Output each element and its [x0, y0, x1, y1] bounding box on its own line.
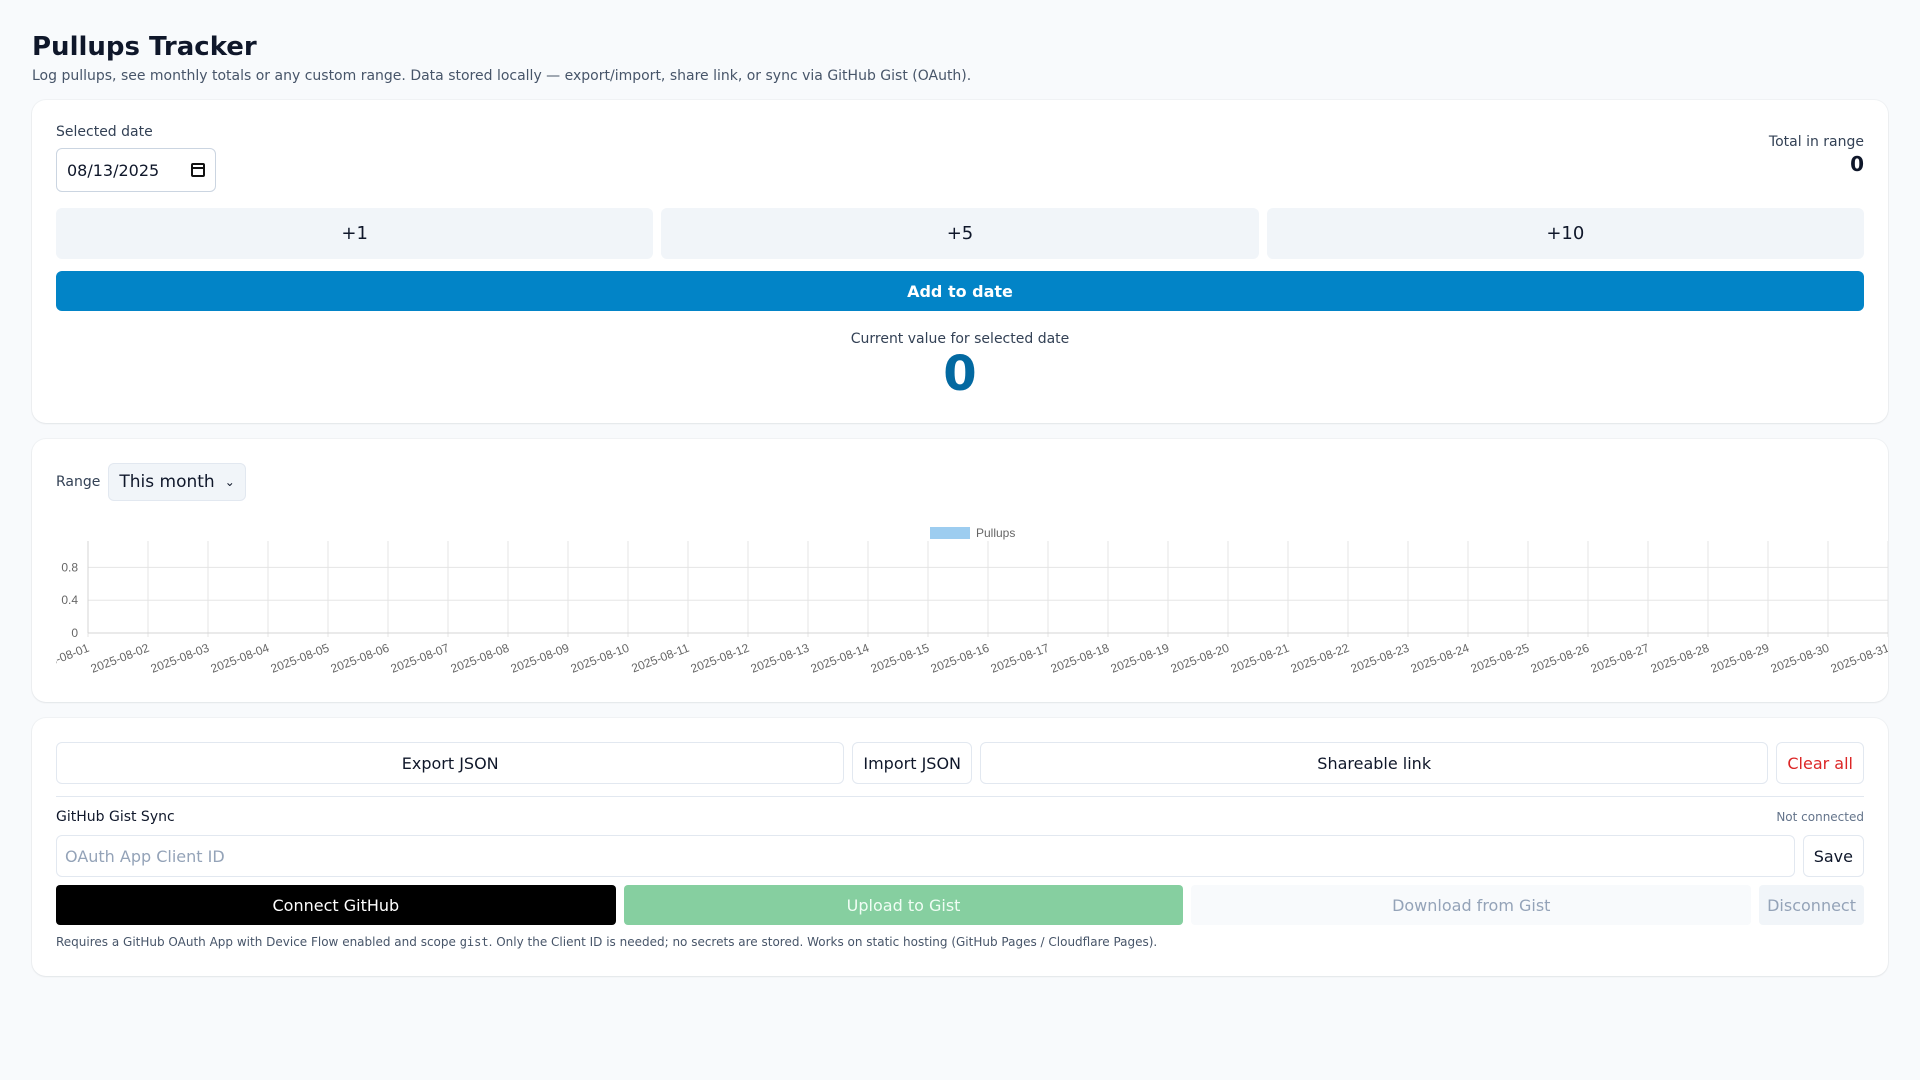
client-id-input[interactable] — [56, 835, 1795, 877]
save-client-id-button[interactable]: Save — [1802, 835, 1864, 877]
disconnect-button[interactable]: Disconnect — [1759, 885, 1864, 925]
gist-header: GitHub Gist Sync Not connected — [56, 809, 1864, 825]
page-title: Pullups Tracker — [32, 32, 257, 62]
x-tick-label: 2025-08-14 — [809, 641, 872, 676]
x-tick-label: 2025-08-10 — [569, 641, 632, 676]
x-tick-label: 2025-08-28 — [1649, 641, 1712, 676]
x-tick-label: 2025-08-09 — [509, 641, 572, 676]
x-tick-label: 2025-08-12 — [689, 641, 752, 676]
x-tick-label: 2025-08-30 — [1769, 641, 1832, 676]
x-tick-label: 2025-08-20 — [1169, 641, 1232, 676]
add-to-date-button[interactable]: Add to date — [56, 271, 1864, 311]
date-value: 08/13/2025 — [67, 160, 160, 180]
x-tick-label: 2025-08-23 — [1349, 641, 1412, 676]
gist-status: Not connected — [1776, 810, 1864, 824]
gist-note: Requires a GitHub OAuth App with Device … — [56, 935, 1864, 949]
x-tick-label: 2025-08-31 — [1829, 641, 1888, 676]
x-tick-label: 2025-08-04 — [209, 641, 272, 676]
y-tick-label: 0.8 — [61, 560, 78, 574]
date-input[interactable]: 08/13/2025 — [56, 148, 216, 192]
x-tick-label: 2025-08-05 — [269, 641, 332, 676]
x-tick-label: 2025-08-24 — [1409, 641, 1472, 676]
legend-swatch — [930, 527, 970, 539]
current-value-label: Current value for selected date — [850, 331, 1070, 347]
increment-1-button[interactable]: +1 — [56, 208, 654, 259]
legend-label: Pullups — [976, 526, 1015, 540]
y-tick-label: 0.4 — [61, 593, 78, 607]
x-tick-label: 2025-08-22 — [1289, 641, 1352, 676]
import-json-button[interactable]: Import JSON — [852, 742, 972, 784]
divider — [56, 796, 1864, 797]
x-tick-label: 2025-08-26 — [1529, 641, 1592, 676]
total-in-range: Total in range 0 — [1769, 134, 1864, 176]
current-value-box: Current value for selected date 0 — [56, 331, 1864, 401]
increment-10-button[interactable]: +10 — [1266, 208, 1864, 259]
connect-github-button[interactable]: Connect GitHub — [56, 885, 616, 925]
increment-5-button[interactable]: +5 — [661, 208, 1259, 259]
total-label: Total in range — [1768, 134, 1864, 150]
range-select[interactable]: This month ⌄ — [108, 463, 246, 501]
chevron-down-icon: ⌄ — [224, 475, 235, 489]
calendar-icon[interactable] — [191, 163, 205, 177]
x-tick-label: 2025-08-03 — [149, 641, 212, 676]
x-tick-label: 2025-08-19 — [1109, 641, 1172, 676]
page-subtitle: Log pullups, see monthly totals or any c… — [32, 68, 972, 84]
pullups-chart: Pullups 0 0.4 0.8 2025-08-01 2025-08-02 2025-0… — [29, 523, 1892, 689]
x-tick-label: 2025-08-21 — [1229, 641, 1292, 676]
action-row: Export JSON Import JSON Shareable link C… — [56, 742, 1864, 784]
x-tick-label: 2025-08-27 — [1589, 641, 1652, 676]
clear-all-button[interactable]: Clear all — [1776, 742, 1864, 784]
export-json-button[interactable]: Export JSON — [56, 742, 845, 784]
x-tick-label: 2025-08-16 — [929, 641, 992, 676]
x-tick-label: 2025-08-02 — [89, 641, 152, 676]
range-row: Range This month ⌄ — [56, 463, 1864, 501]
entry-card: Selected date 08/13/2025 Total in range … — [32, 100, 1888, 423]
x-tick-label: 2025-08-18 — [1049, 641, 1112, 676]
x-tick-label: 2025-08-08 — [449, 641, 512, 676]
x-tick-label: 2025-08-07 — [389, 641, 452, 676]
chart-card: Range This month ⌄ Pullups 0 0.4 0.8 2025-08… — [29, 439, 1892, 702]
note-scope-code: gist — [459, 935, 489, 949]
x-tick-label: 2025-08-11 — [630, 641, 692, 676]
x-tick-label: 2025-08-06 — [329, 641, 392, 676]
x-tick-label: 2025-08-13 — [749, 641, 812, 676]
range-selected-value: This month — [119, 472, 215, 492]
x-tick-label: 2025-08-29 — [1709, 641, 1772, 676]
total-value: 0 — [1850, 152, 1864, 176]
shareable-link-button[interactable]: Shareable link — [980, 742, 1769, 784]
x-tick-label: 2025-08-01 — [56, 641, 91, 676]
gist-title: GitHub Gist Sync — [56, 809, 175, 825]
x-tick-label: 2025-08-17 — [989, 641, 1052, 676]
github-row: Connect GitHub Upload to Gist Download f… — [56, 885, 1864, 925]
note-text-after: . Only the Client ID is needed; no secre… — [488, 935, 1158, 949]
upload-to-gist-button[interactable]: Upload to Gist — [623, 885, 1184, 925]
sync-card: Export JSON Import JSON Shareable link C… — [32, 718, 1888, 976]
x-tick-label: 2025-08-15 — [869, 641, 932, 676]
app-page: Pullups Tracker Log pullups, see monthly… — [0, 0, 1920, 976]
note-text-before: Requires a GitHub OAuth App with Device … — [56, 935, 460, 949]
y-tick-label: 0 — [71, 626, 78, 640]
chart-svg: Pullups00.40.82025-08-012025-08-022025-0… — [29, 526, 1892, 676]
increment-row: +1 +5 +10 — [56, 208, 1864, 259]
selected-date-label: Selected date — [56, 124, 153, 140]
current-value: 0 — [943, 346, 977, 402]
download-from-gist-button[interactable]: Download from Gist — [1191, 885, 1752, 925]
range-label: Range — [56, 474, 101, 490]
x-tick-label: 2025-08-25 — [1469, 641, 1532, 676]
client-id-row: Save — [56, 835, 1864, 877]
